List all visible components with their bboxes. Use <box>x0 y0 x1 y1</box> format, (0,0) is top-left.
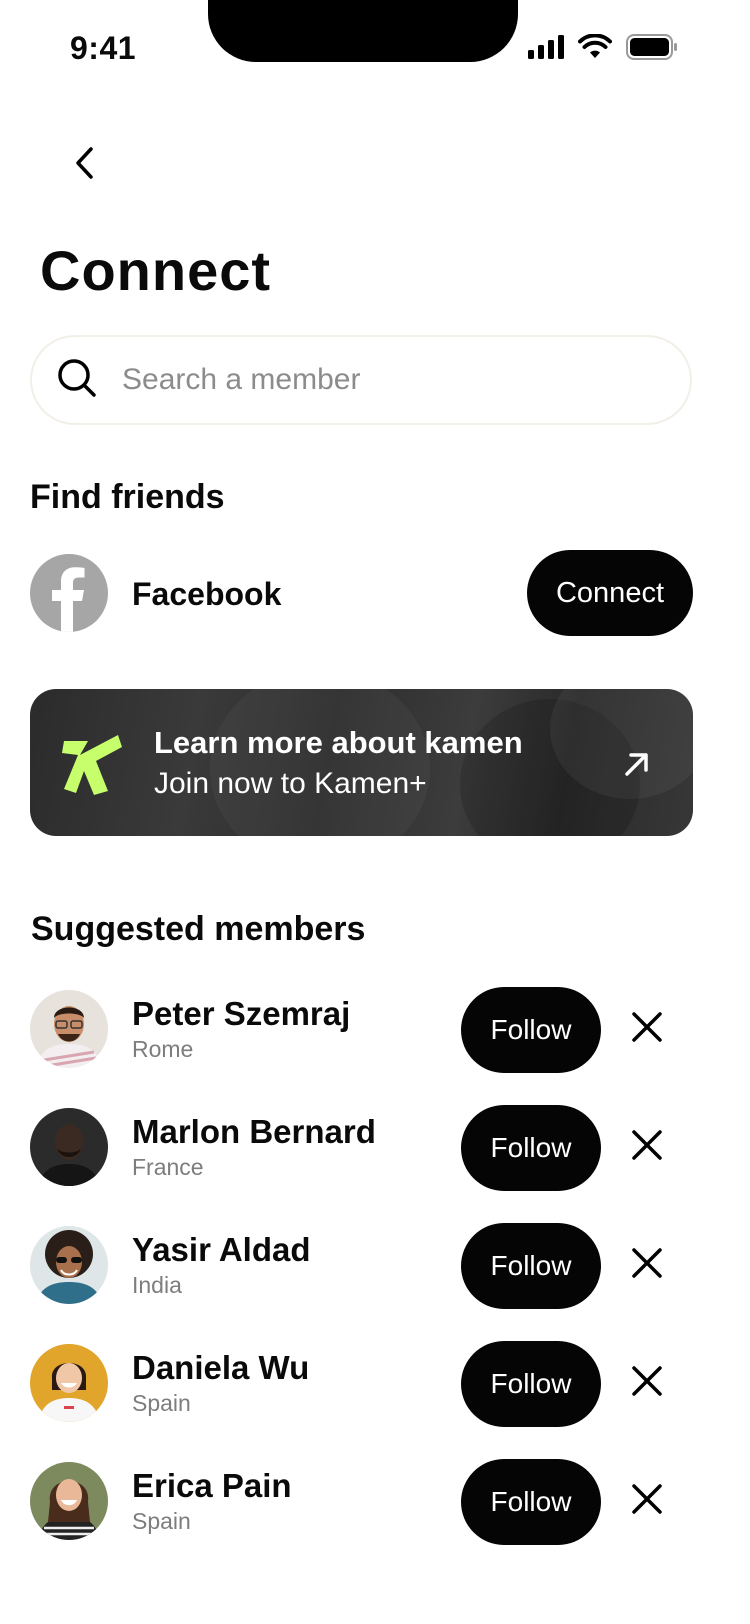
member-location: Rome <box>132 1036 194 1062</box>
member-location: France <box>132 1154 204 1180</box>
find-friends-title: Find friends <box>30 478 225 516</box>
dismiss-button[interactable] <box>622 1358 672 1408</box>
member-name: Marlon Bernard <box>132 1113 376 1150</box>
kamen-plus-banner[interactable]: Learn more about kamen Join now to Kamen… <box>30 689 693 836</box>
avatar[interactable] <box>30 1108 108 1186</box>
dismiss-button[interactable] <box>622 1476 672 1526</box>
dismiss-button[interactable] <box>622 1122 672 1172</box>
follow-button[interactable]: Follow <box>461 1223 601 1309</box>
member-name: Erica Pain <box>132 1467 292 1504</box>
member-location: Spain <box>132 1508 191 1534</box>
close-icon <box>631 1129 663 1166</box>
member-location: India <box>132 1272 182 1298</box>
follow-button[interactable]: Follow <box>461 1341 601 1427</box>
avatar[interactable] <box>30 1226 108 1304</box>
close-icon <box>631 1483 663 1520</box>
avatar[interactable] <box>30 990 108 1068</box>
back-button[interactable] <box>60 140 110 190</box>
close-icon <box>631 1365 663 1402</box>
arrow-up-right-icon <box>622 749 652 784</box>
banner-photo-shape <box>210 689 430 836</box>
facebook-icon <box>30 554 108 632</box>
search-icon <box>56 357 98 404</box>
follow-button[interactable]: Follow <box>461 1105 601 1191</box>
member-name: Daniela Wu <box>132 1349 310 1386</box>
follow-button[interactable]: Follow <box>461 987 601 1073</box>
close-icon <box>631 1011 663 1048</box>
battery-icon <box>626 33 678 65</box>
search-bar[interactable] <box>30 335 692 425</box>
dismiss-button[interactable] <box>622 1004 672 1054</box>
signal-icon <box>528 34 564 64</box>
suggested-members-title: Suggested members <box>31 910 366 948</box>
page-title: Connect <box>40 239 271 302</box>
avatar[interactable] <box>30 1462 108 1540</box>
member-name: Yasir Aldad <box>132 1231 311 1268</box>
follow-button[interactable]: Follow <box>461 1459 601 1545</box>
banner-title: Learn more about kamen <box>154 725 523 760</box>
banner-subtitle: Join now to Kamen+ <box>154 767 427 800</box>
search-input[interactable] <box>120 362 644 398</box>
facebook-label: Facebook <box>132 576 282 612</box>
status-time: 9:41 <box>70 30 137 66</box>
close-icon <box>631 1247 663 1284</box>
facebook-connect-button[interactable]: Connect <box>527 550 693 636</box>
chevron-left-icon <box>73 145 97 186</box>
wifi-icon <box>578 32 612 65</box>
device-notch <box>208 0 518 62</box>
member-name: Peter Szemraj <box>132 995 351 1032</box>
avatar[interactable] <box>30 1344 108 1422</box>
dismiss-button[interactable] <box>622 1240 672 1290</box>
status-icons <box>528 32 678 65</box>
member-location: Spain <box>132 1390 191 1416</box>
kamen-logo-icon <box>58 727 126 804</box>
